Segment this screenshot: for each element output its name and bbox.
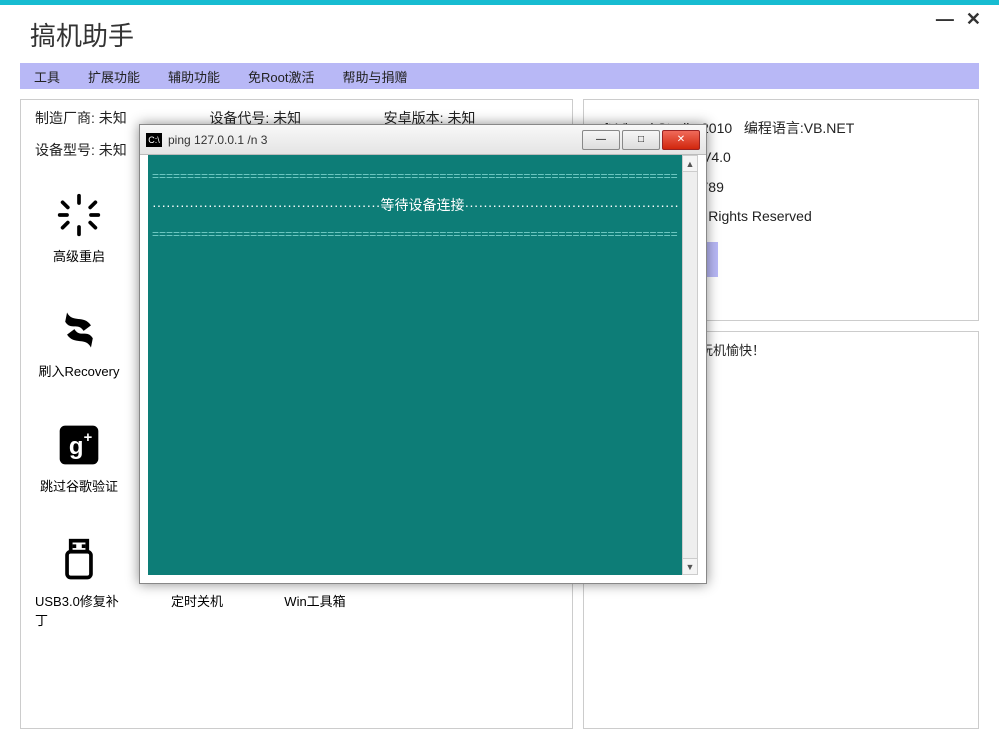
scroll-up-icon[interactable]: ▲ (683, 156, 697, 172)
dialog-titlebar[interactable]: C:\ ping 127.0.0.1 /n 3 — □ ✕ (140, 125, 706, 155)
menu-rootless[interactable]: 免Root激活 (248, 67, 314, 86)
menu-bar: 工具 扩展功能 辅助功能 免Root激活 帮助与捐赠 (20, 63, 979, 89)
tool-label: 跳过谷歌验证 (40, 476, 118, 495)
waiting-message: ········································… (152, 195, 678, 215)
console-output: ========================================… (148, 155, 682, 575)
tool-advanced-reboot[interactable]: 高级重启 (35, 190, 123, 265)
spinner-icon (54, 190, 104, 240)
tool-flash-recovery[interactable]: 刷入Recovery (35, 305, 123, 380)
tool-label: 高级重启 (53, 246, 105, 265)
google-plus-icon: g+ (54, 420, 104, 470)
tool-label: Win工具箱 (284, 591, 345, 610)
cmd-icon: C:\ (146, 133, 162, 147)
scroll-down-icon[interactable]: ▼ (683, 558, 697, 574)
console-dialog: C:\ ping 127.0.0.1 /n 3 — □ ✕ ==========… (139, 124, 707, 584)
model-label: 设备型号: (35, 142, 95, 158)
manufacturer-value: 未知 (99, 110, 127, 126)
tool-usb3-fix[interactable]: USB3.0修复补丁 (35, 535, 123, 629)
flash-icon (54, 305, 104, 355)
separator-line: ========================================… (152, 169, 678, 183)
info-lang: 编程语言:VB.NET (744, 120, 854, 136)
close-button[interactable]: ✕ (966, 9, 981, 30)
menu-tools[interactable]: 工具 (34, 67, 60, 86)
tool-label: USB3.0修复补丁 (35, 591, 123, 629)
svg-text:+: + (84, 430, 93, 446)
dialog-title: ping 127.0.0.1 /n 3 (168, 133, 580, 147)
tool-skip-google[interactable]: g+ 跳过谷歌验证 (35, 420, 123, 495)
tool-label: 刷入Recovery (39, 361, 120, 380)
minimize-button[interactable]: — (936, 9, 954, 30)
app-title: 搞机助手 (30, 16, 134, 53)
dialog-minimize-button[interactable]: — (582, 130, 620, 150)
dialog-maximize-button[interactable]: □ (622, 130, 660, 150)
svg-text:g: g (69, 433, 84, 460)
tool-label: 定时关机 (171, 591, 223, 610)
console-scrollbar[interactable]: ▲ ▼ (682, 155, 698, 575)
menu-extensions[interactable]: 扩展功能 (88, 67, 140, 86)
usb-icon (54, 535, 104, 585)
model-value: 未知 (99, 142, 127, 158)
separator-line: ========================================… (152, 227, 678, 241)
menu-assist[interactable]: 辅助功能 (168, 67, 220, 86)
menu-help-donate[interactable]: 帮助与捐赠 (343, 67, 408, 86)
dialog-close-button[interactable]: ✕ (662, 130, 700, 150)
manufacturer-label: 制造厂商: (35, 110, 95, 126)
